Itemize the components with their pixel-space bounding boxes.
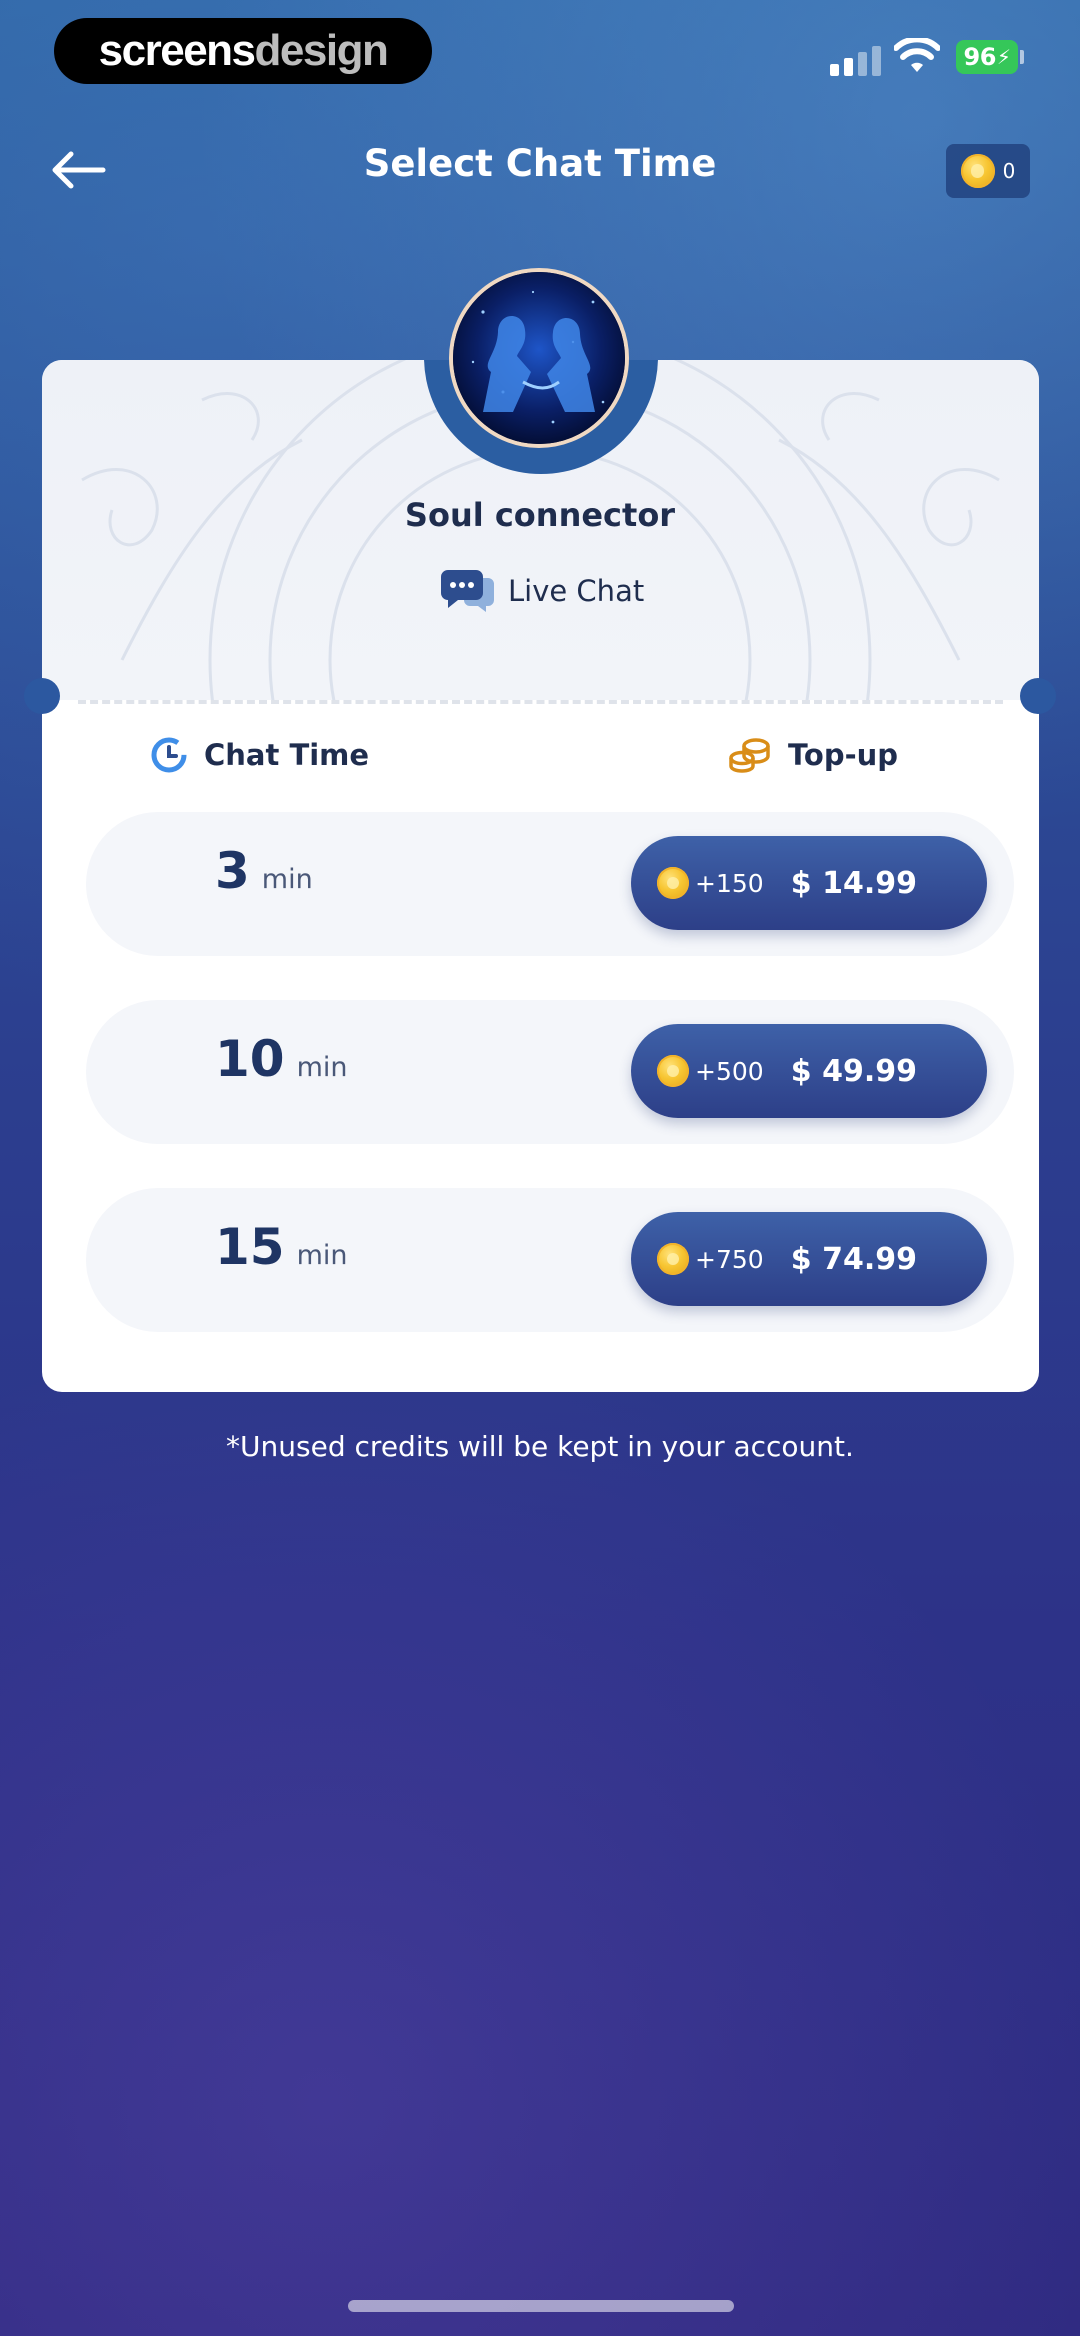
coin-icon	[657, 1055, 689, 1087]
clock-icon	[151, 737, 187, 773]
charging-icon: ⚡	[996, 45, 1011, 69]
top-up-button[interactable]: +150 $ 14.99	[631, 836, 987, 930]
chat-duration: 10 min	[215, 1030, 348, 1088]
back-button[interactable]	[44, 140, 112, 200]
top-up-button[interactable]: +500 $ 49.99	[631, 1024, 987, 1118]
watermark-part-2: design	[254, 26, 389, 75]
top-up-button[interactable]: +750 $ 74.99	[631, 1212, 987, 1306]
back-arrow-icon	[52, 151, 106, 189]
price: $ 74.99	[790, 1241, 917, 1277]
advisor-avatar	[449, 268, 629, 448]
coin-icon	[657, 867, 689, 899]
duration-minutes: 10	[215, 1030, 285, 1088]
duration-unit: min	[261, 864, 313, 895]
price: $ 14.99	[790, 865, 917, 901]
ticket-notch-left	[24, 678, 60, 714]
top-up-header: Top-up	[728, 736, 898, 774]
coin-balance-value: 0	[1002, 159, 1016, 183]
ticket-notch-right	[1020, 678, 1056, 714]
watermark-part-1: screens	[98, 26, 256, 75]
credit-amount: +500	[695, 1056, 764, 1086]
wifi-icon	[894, 38, 940, 72]
home-indicator[interactable]	[348, 2300, 734, 2312]
coins-stack-icon	[729, 738, 770, 773]
credit-amount: +750	[695, 1244, 764, 1274]
credits-footnote: *Unused credits will be kept in your acc…	[226, 1430, 854, 1463]
price: $ 49.99	[790, 1053, 917, 1089]
chat-time-header: Chat Time	[150, 736, 369, 774]
chat-duration: 15 min	[215, 1218, 348, 1276]
ticket-divider	[78, 700, 1003, 704]
advisor-name: Soul connector	[404, 496, 676, 534]
coin-icon	[657, 1243, 689, 1275]
credit-amount: +150	[695, 868, 764, 898]
duration-unit: min	[296, 1052, 348, 1083]
duration-minutes: 15	[215, 1218, 285, 1276]
chat-duration: 3 min	[215, 842, 313, 900]
watermark-logo: screens design	[54, 18, 432, 84]
coin-balance[interactable]: 0	[946, 144, 1030, 198]
duration-minutes: 3	[215, 842, 250, 900]
coin-icon	[960, 154, 995, 188]
chat-type-label: Live Chat	[508, 574, 645, 608]
chat-bubble-icon	[441, 570, 494, 612]
chat-type: Live Chat	[440, 566, 644, 616]
chat-time-header-label: Chat Time	[204, 738, 370, 772]
page-title: Select Chat Time	[363, 142, 717, 185]
battery-cap	[1020, 50, 1024, 64]
top-up-header-label: Top-up	[788, 738, 899, 772]
cellular-signal-icon	[830, 46, 881, 76]
battery-level: 96	[963, 43, 997, 71]
battery-indicator: 96 ⚡	[956, 40, 1018, 74]
duration-unit: min	[296, 1240, 348, 1271]
